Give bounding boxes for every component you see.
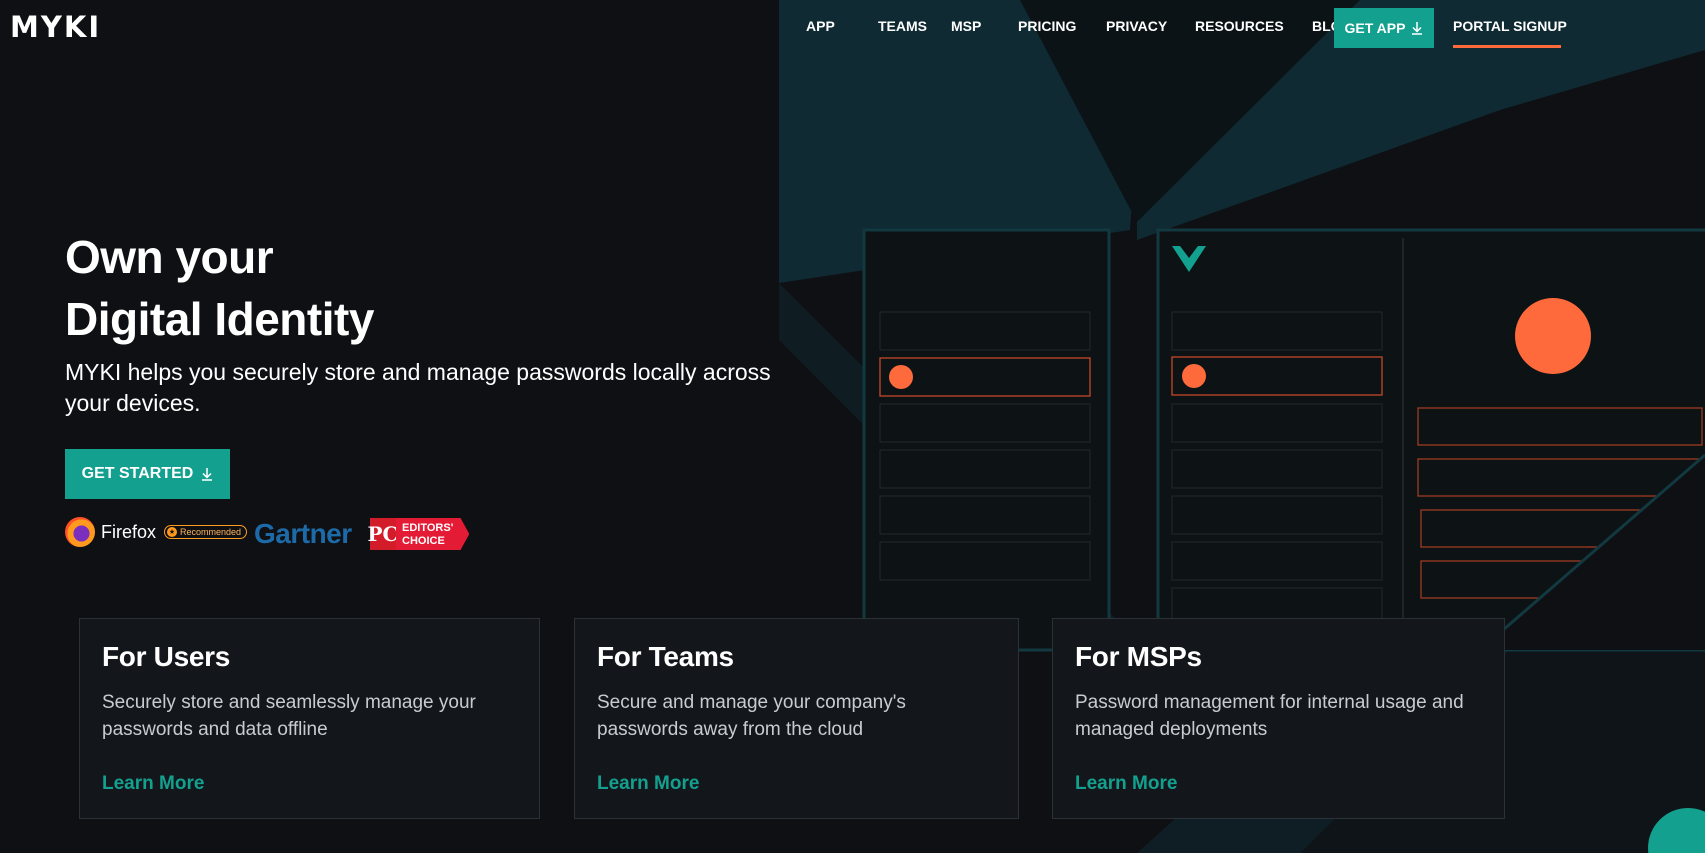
- firefox-name: Firefox: [101, 521, 157, 542]
- card-description: Securely store and seamlessly manage you…: [102, 692, 476, 740]
- card-title: For MSPs: [1075, 641, 1202, 672]
- firefox-recommended-tag: ★ Recommended: [164, 525, 248, 539]
- hero-title-line1: Own your: [65, 231, 274, 283]
- pcmag-editors-choice-badge: PC EDITORS' CHOICE: [368, 518, 470, 550]
- learn-more-link-teams[interactable]: Learn More: [597, 773, 699, 795]
- portal-signup-link[interactable]: PORTAL SIGNUP: [1453, 18, 1567, 34]
- download-icon: [1412, 22, 1423, 35]
- card-for-msps: For MSPs Password management for interna…: [1052, 618, 1505, 819]
- hero-title: Own your Digital Identity: [65, 226, 374, 350]
- nav-resources[interactable]: RESOURCES: [1195, 18, 1284, 34]
- pcmag-text: EDITORS' CHOICE: [396, 518, 470, 550]
- myki-logo[interactable]: MYKI: [10, 10, 102, 44]
- download-icon: [202, 468, 213, 481]
- card-for-users: For Users Securely store and seamlessly …: [79, 618, 540, 819]
- pcmag-line1: EDITORS': [402, 522, 454, 534]
- firefox-badge: Firefox ★ Recommended: [65, 517, 248, 547]
- nav-privacy[interactable]: PRIVACY: [1106, 18, 1167, 34]
- profile-avatar-circle: [1515, 298, 1591, 374]
- pcmag-line2: CHOICE: [402, 535, 445, 547]
- logo-text: MYKI: [10, 10, 102, 44]
- nav-msp[interactable]: MSP: [951, 18, 981, 34]
- card-title: For Users: [102, 641, 231, 672]
- get-app-label: GET APP: [1344, 20, 1406, 36]
- get-started-label: GET STARTED: [81, 465, 194, 482]
- firefox-icon: [65, 517, 95, 547]
- learn-more-link-users[interactable]: Learn More: [102, 773, 204, 795]
- portal-signup-underline: [1453, 45, 1561, 48]
- nav-app[interactable]: APP: [806, 18, 835, 34]
- nav-pricing[interactable]: PRICING: [1018, 18, 1076, 34]
- nav-teams[interactable]: TEAMS: [878, 18, 927, 34]
- panel-right-dot: [1182, 364, 1206, 388]
- pcmag-mark: PC: [368, 518, 398, 550]
- panel-left-dot: [889, 365, 913, 389]
- card-for-teams: For Teams Secure and manage your company…: [574, 618, 1019, 819]
- trophy-icon: ★: [167, 527, 178, 537]
- panel-left: [862, 228, 1111, 652]
- card-description: Secure and manage your company's passwor…: [597, 692, 906, 740]
- card-title: For Teams: [597, 641, 734, 672]
- hero-subtitle: MYKI helps you securely store and manage…: [65, 359, 771, 416]
- learn-more-link-msps[interactable]: Learn More: [1075, 773, 1177, 795]
- get-started-button[interactable]: GET STARTED: [65, 449, 230, 499]
- card-description: Password management for internal usage a…: [1075, 692, 1464, 740]
- firefox-recommended-text: Recommended: [180, 527, 242, 537]
- gartner-logo: Gartner: [254, 518, 352, 549]
- hero-title-line2: Digital Identity: [65, 293, 374, 345]
- get-app-button[interactable]: GET APP: [1334, 8, 1434, 48]
